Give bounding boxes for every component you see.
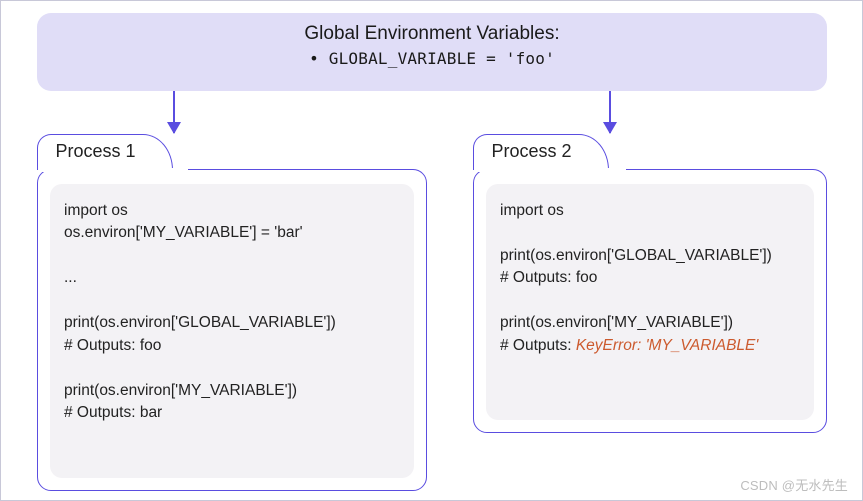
code-line: import os bbox=[500, 202, 564, 219]
code-error-text: KeyError: 'MY_VARIABLE' bbox=[576, 337, 759, 354]
arrow-head-icon bbox=[167, 122, 181, 134]
process-1-tab: Process 1 bbox=[37, 134, 173, 170]
process-1-box: Process 1 import os os.environ['MY_VARIA… bbox=[37, 169, 427, 491]
arrow-to-process-1 bbox=[173, 91, 175, 133]
arrow-to-process-2 bbox=[609, 91, 611, 133]
global-env-box: Global Environment Variables: GLOBAL_VAR… bbox=[37, 13, 827, 91]
watermark: CSDN @无水先生 bbox=[740, 475, 848, 494]
process-2-label: Process 2 bbox=[492, 141, 572, 161]
code-line-prefix: # Outputs: bbox=[500, 337, 576, 354]
process-1-code: import os os.environ['MY_VARIABLE'] = 'b… bbox=[50, 184, 414, 478]
process-1-label: Process 1 bbox=[56, 141, 136, 161]
code-line: print(os.environ['MY_VARIABLE']) bbox=[500, 314, 733, 331]
process-2-code: import os print(os.environ['GLOBAL_VARIA… bbox=[486, 184, 814, 420]
global-env-variable: GLOBAL_VARIABLE = 'foo' bbox=[37, 49, 827, 68]
process-2-box: Process 2 import os print(os.environ['GL… bbox=[473, 169, 827, 433]
process-2-tab: Process 2 bbox=[473, 134, 609, 170]
code-line: print(os.environ['GLOBAL_VARIABLE']) bbox=[500, 247, 772, 264]
code-line: # Outputs: foo bbox=[500, 269, 597, 286]
arrow-head-icon bbox=[603, 122, 617, 134]
diagram-canvas: Global Environment Variables: GLOBAL_VAR… bbox=[0, 0, 863, 501]
global-env-title: Global Environment Variables: bbox=[37, 23, 827, 45]
